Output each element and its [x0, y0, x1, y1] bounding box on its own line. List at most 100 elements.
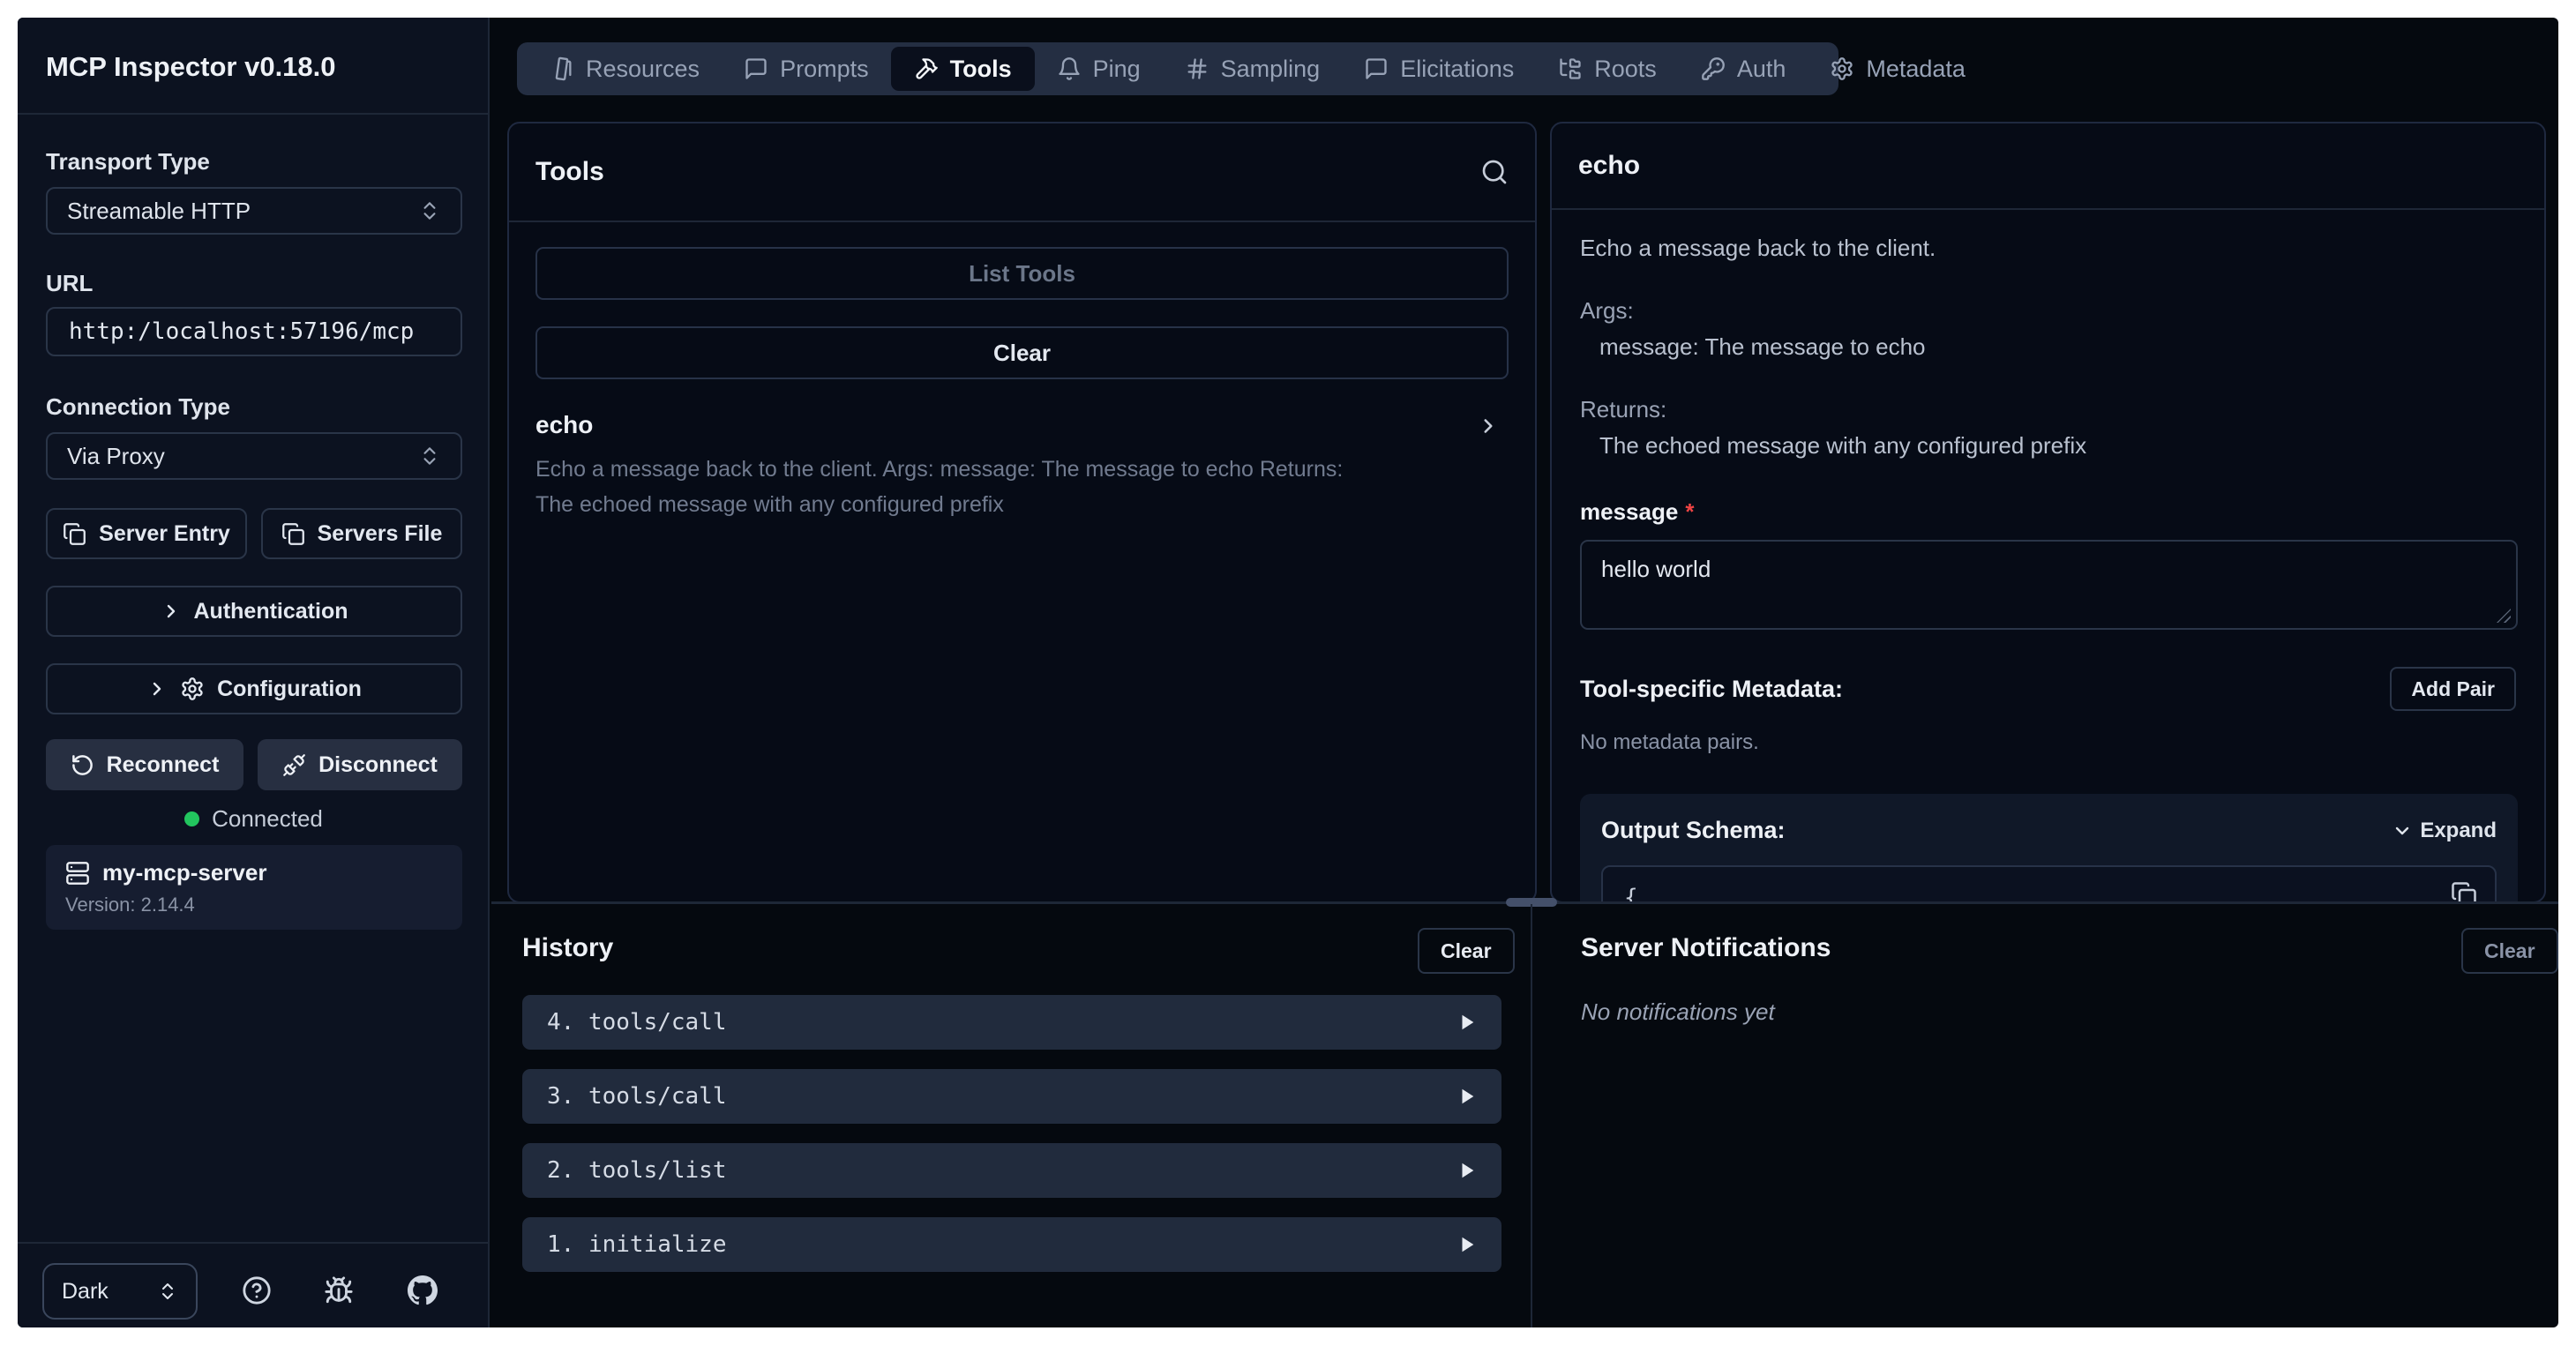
history-item[interactable]: 2. tools/list: [522, 1143, 1501, 1198]
chevron-right-icon: [161, 601, 182, 622]
tools-panel-title: Tools: [535, 157, 604, 187]
chevrons-up-down-icon: [418, 199, 441, 222]
gear-icon: [1830, 56, 1854, 81]
url-label: URL: [46, 270, 93, 297]
app-title: MCP Inspector v0.18.0: [46, 51, 336, 83]
connection-type-select[interactable]: Via Proxy: [46, 432, 462, 480]
play-expand-icon: [1457, 1161, 1477, 1180]
bug-icon: [324, 1275, 354, 1305]
url-input[interactable]: http:/localhost:57196/mcp: [46, 307, 462, 356]
disconnect-button[interactable]: Disconnect: [258, 739, 462, 790]
github-icon: [408, 1275, 438, 1305]
tool-detail-panel: echo Echo a message back to the client. …: [1550, 122, 2546, 903]
metadata-label: Tool-specific Metadata:: [1580, 676, 1843, 703]
help-circle-icon: [242, 1275, 272, 1305]
tab-resources[interactable]: Resources: [528, 42, 722, 95]
tab-label: Sampling: [1221, 56, 1321, 83]
add-pair-button[interactable]: Add Pair: [2390, 667, 2516, 711]
copy-schema-button[interactable]: [2451, 881, 2477, 903]
rotate-ccw-icon: [71, 753, 94, 777]
clear-tools-button[interactable]: Clear: [535, 326, 1509, 379]
metadata-empty-text: No metadata pairs.: [1580, 730, 2516, 755]
chevron-down-icon: [2392, 820, 2413, 841]
search-icon[interactable]: [1480, 158, 1509, 186]
server-name: my-mcp-server: [102, 859, 266, 886]
expand-toggle[interactable]: Expand: [2392, 819, 2497, 843]
tab-elicitations[interactable]: Elicitations: [1342, 42, 1536, 95]
status-dot: [184, 811, 199, 826]
notifications-clear-button[interactable]: Clear: [2461, 928, 2558, 974]
footer-divider: [18, 1242, 488, 1244]
tool-detail-title: echo: [1578, 151, 1640, 181]
server-rack-icon: [65, 861, 90, 886]
required-marker: *: [1685, 498, 1694, 525]
args-label: Args:: [1580, 297, 2516, 325]
resize-grip[interactable]: [2497, 609, 2511, 623]
history-item-label: 3. tools/call: [547, 1083, 727, 1110]
mcp-inspector-window: MCP Inspector v0.18.0 Transport Type Str…: [18, 18, 2558, 1327]
disconnect-label: Disconnect: [318, 752, 438, 778]
message-field-label: message*: [1580, 498, 2516, 526]
server-entry-label: Server Entry: [99, 521, 230, 547]
play-expand-icon: [1457, 1087, 1477, 1106]
servers-file-label: Servers File: [318, 521, 443, 547]
server-entry-button[interactable]: Server Entry: [46, 508, 247, 559]
tab-label: Ping: [1093, 56, 1141, 83]
history-item-label: 1. initialize: [547, 1231, 727, 1258]
message-value: hello world: [1601, 556, 1711, 582]
history-item-label: 4. tools/call: [547, 1009, 727, 1036]
tab-auth[interactable]: Auth: [1679, 42, 1808, 95]
chevrons-up-down-icon: [157, 1281, 178, 1302]
authentication-label: Authentication: [194, 599, 348, 624]
tool-list-item-echo[interactable]: echo Echo a message back to the client. …: [535, 411, 1509, 522]
tools-panel-header: Tools: [509, 123, 1535, 222]
theme-select[interactable]: Dark: [42, 1263, 198, 1320]
reconnect-button[interactable]: Reconnect: [46, 739, 243, 790]
chevron-right-icon: [146, 678, 168, 699]
schema-code-block: { type: "object": [1601, 865, 2497, 903]
configuration-expander[interactable]: Configuration: [46, 663, 462, 714]
transport-type-select[interactable]: Streamable HTTP: [46, 187, 462, 235]
hammer-icon: [914, 56, 939, 81]
tab-roots[interactable]: Roots: [1536, 42, 1679, 95]
args-detail: message: The message to echo: [1599, 333, 2516, 361]
tab-ping[interactable]: Ping: [1035, 42, 1163, 95]
history-list: 4. tools/call 3. tools/call 2. tools/lis…: [522, 995, 1501, 1272]
tab-sampling[interactable]: Sampling: [1163, 42, 1343, 95]
github-link-button[interactable]: [406, 1274, 439, 1307]
transport-type-label: Transport Type: [46, 148, 210, 176]
code-open-brace: {: [1624, 885, 2474, 903]
help-button[interactable]: [240, 1274, 273, 1307]
copy-icon: [63, 522, 86, 546]
history-item[interactable]: 3. tools/call: [522, 1069, 1501, 1124]
authentication-expander[interactable]: Authentication: [46, 586, 462, 637]
message-textarea[interactable]: hello world: [1580, 540, 2518, 630]
history-clear-button[interactable]: Clear: [1418, 928, 1515, 974]
message-square-icon: [1364, 56, 1389, 81]
output-schema-section: Output Schema: Expand { type: "object": [1580, 794, 2518, 903]
sidebar: MCP Inspector v0.18.0 Transport Type Str…: [18, 18, 490, 1327]
unplug-icon: [282, 753, 306, 777]
history-title: History: [522, 933, 613, 963]
history-item[interactable]: 1. initialize: [522, 1217, 1501, 1272]
history-item[interactable]: 4. tools/call: [522, 995, 1501, 1050]
tab-metadata[interactable]: Metadata: [1808, 42, 1988, 95]
tab-label: Tools: [950, 56, 1012, 83]
tab-tools[interactable]: Tools: [891, 47, 1035, 91]
servers-file-button[interactable]: Servers File: [261, 508, 462, 559]
bug-report-button[interactable]: [322, 1274, 356, 1307]
transport-type-value: Streamable HTTP: [67, 198, 251, 225]
tools-panel: Tools List Tools Clear echo Echo a messa…: [507, 122, 1537, 903]
chevrons-up-down-icon: [418, 445, 441, 467]
history-item-label: 2. tools/list: [547, 1157, 727, 1184]
tool-detail-description: Echo a message back to the client.: [1580, 235, 2516, 262]
connection-status: Connected: [18, 805, 490, 833]
sidebar-divider: [18, 113, 488, 115]
tab-label: Prompts: [780, 56, 869, 83]
tab-prompts[interactable]: Prompts: [722, 42, 891, 95]
returns-detail: The echoed message with any configured p…: [1599, 432, 2516, 460]
tab-label: Metadata: [1866, 56, 1966, 83]
bell-icon: [1057, 56, 1082, 81]
output-schema-label: Output Schema:: [1601, 817, 1786, 844]
list-tools-button[interactable]: List Tools: [535, 247, 1509, 300]
